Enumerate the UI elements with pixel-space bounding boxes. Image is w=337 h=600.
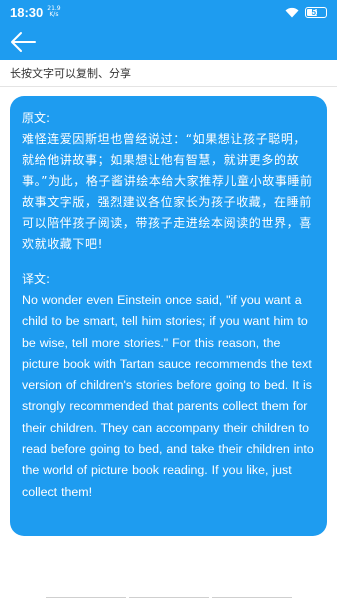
wifi-icon — [285, 7, 299, 17]
battery-level: 51 — [311, 7, 321, 17]
status-icons: 51 — [285, 6, 327, 18]
battery-icon: 51 — [305, 6, 327, 18]
bottom-divider — [0, 596, 337, 600]
divider-segment — [128, 597, 209, 598]
translation-label: 译文: — [22, 272, 51, 286]
app-bar — [0, 24, 337, 60]
status-bar: 18:30 21.9 K/s 51 — [0, 0, 337, 24]
original-text[interactable]: 难怪连爱因斯坦也曾经说过：“如果想让孩子聪明，就给他讲故事；如果想让他有智慧，就… — [22, 129, 317, 255]
story-card: 原文: 难怪连爱因斯坦也曾经说过：“如果想让孩子聪明，就给他讲故事；如果想让他有… — [10, 96, 327, 536]
network-speed: 21.9 K/s — [47, 6, 60, 18]
divider-segment — [45, 597, 126, 598]
divider-segment — [211, 597, 292, 598]
back-button[interactable] — [8, 28, 38, 56]
arrow-left-icon — [11, 32, 36, 52]
translation-text[interactable]: No wonder even Einstein once said, "if y… — [22, 290, 317, 503]
original-label: 原文: — [22, 111, 51, 125]
copy-share-hint: 长按文字可以复制、分享 — [0, 60, 337, 87]
status-time: 18:30 — [10, 4, 44, 20]
network-speed-unit: K/s — [49, 11, 59, 18]
